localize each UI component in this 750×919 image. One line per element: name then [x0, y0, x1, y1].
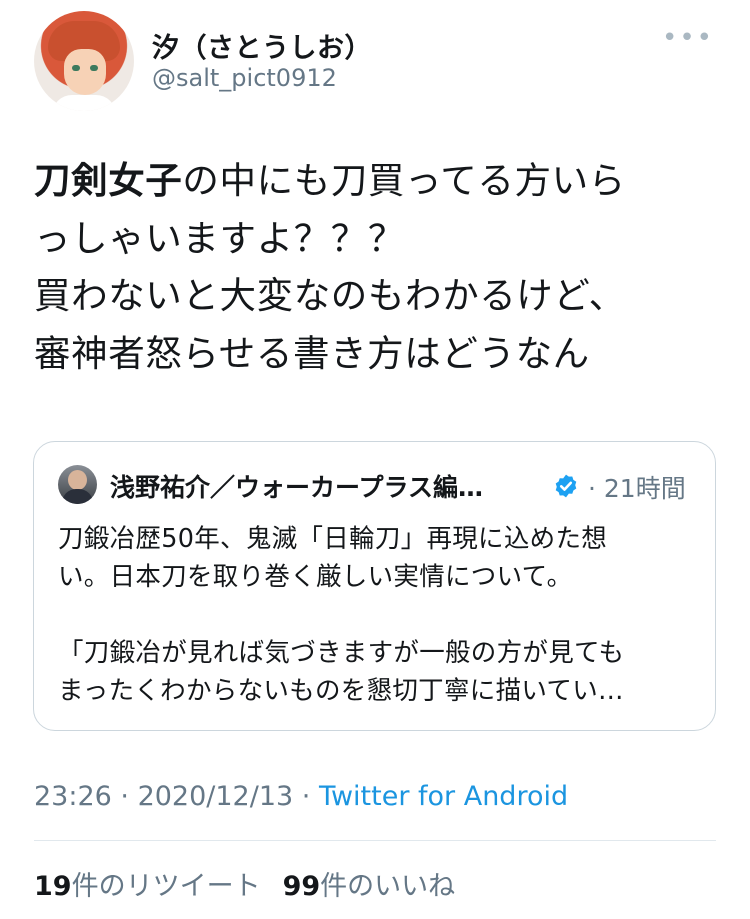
tweet-line-text: の中にも刀買ってる方いら [182, 159, 626, 202]
quoted-tweet-text: 刀鍛冶歴50年、鬼滅「日輪刀」再現に込めた想 い。日本刀を取り巻く厳しい実情につ… [58, 520, 698, 710]
quoted-tweet-card[interactable]: 浅野祐介／ウォーカープラス編… · 21時間 刀鍛冶歴50年、鬼滅「日輪刀」再現… [33, 441, 716, 731]
tweet-date: 2020/12/13 [137, 781, 294, 812]
avatar-eye [90, 65, 98, 71]
verified-badge-icon [555, 474, 577, 498]
divider [34, 840, 716, 841]
tweet-line: 刀剣女子の中にも刀買ってる方いら [34, 152, 724, 210]
avatar-shirt [52, 95, 116, 111]
quoted-line: まったくわからないものを懇切丁寧に描いてい… [58, 676, 624, 706]
quoted-tweet-time: · 21時間 [588, 474, 686, 503]
likes-count: 99 [282, 871, 321, 902]
tweet-line: 買わないと大変なのもわかるけど、 [34, 274, 626, 317]
avatar-eye [72, 65, 80, 71]
author-handle[interactable]: @salt_pict0912 [152, 64, 337, 92]
quoted-line: い。日本刀を取り巻く厳しい実情について。 [58, 562, 573, 592]
tweet-stats: 19件のリツイート 99件のいいね [34, 864, 455, 903]
tweet-bold-text: 刀剣女子 [34, 159, 183, 202]
tweet-meta: 23:26 · 2020/12/13 · Twitter for Android [34, 781, 568, 812]
quoted-author-name: 浅野祐介／ウォーカープラス編… [110, 473, 484, 502]
avatar-face [64, 49, 106, 95]
quoted-blank-line [58, 596, 698, 634]
tweet-text: 刀剣女子の中にも刀買ってる方いら っしゃいますよ？？？ 買わないと大変なのもわか… [34, 152, 724, 382]
meta-separator: · [111, 781, 138, 812]
retweets-count: 19 [34, 871, 72, 902]
tweet-source-link[interactable]: Twitter for Android [319, 781, 568, 812]
more-horizontal-icon[interactable]: ••• [662, 25, 714, 51]
likes-stat[interactable]: 99件のいいね [283, 871, 456, 902]
tweet-line: 審神者怒らせる書き方はどうなん [34, 331, 590, 375]
tweet-line: っしゃいますよ？？？ [34, 216, 405, 260]
avatar-body [62, 489, 93, 504]
tweet-time: 23:26 [34, 781, 112, 812]
retweets-stat[interactable]: 19件のリツイート [34, 871, 261, 902]
author-display-name[interactable]: 汐（さとうしお） [152, 26, 372, 65]
quoted-author-avatar [58, 465, 97, 504]
avatar-head [68, 470, 87, 490]
likes-label: 件のいいね [320, 871, 456, 902]
meta-separator: · [293, 781, 319, 812]
retweets-label: 件のリツイート [71, 871, 261, 902]
quoted-line: 刀鍛冶歴50年、鬼滅「日輪刀」再現に込めた想 [58, 524, 608, 554]
author-avatar[interactable] [34, 11, 134, 111]
quoted-line: 「刀鍛冶が見れば気づきますが一般の方が見ても [58, 638, 625, 668]
